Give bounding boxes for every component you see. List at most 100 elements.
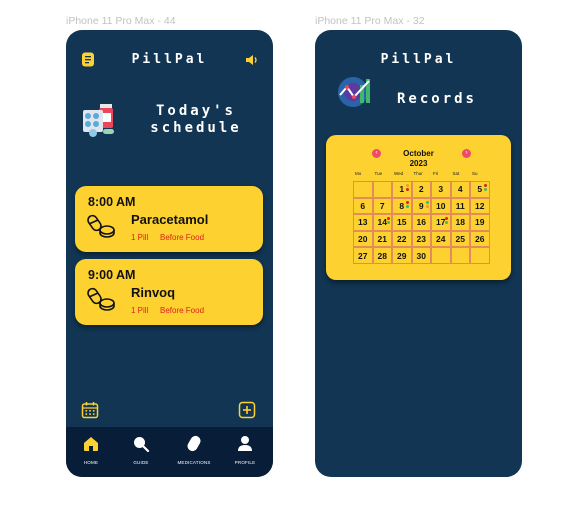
nav-profile[interactable]: PROFILE <box>220 435 270 465</box>
medication-name: Rinvoq <box>131 285 176 300</box>
records-heading: Records <box>396 91 477 107</box>
food-instruction: Before Food <box>160 306 205 315</box>
calendar-day[interactable]: 25 <box>450 230 470 248</box>
calendar-day[interactable]: 28 <box>372 247 392 264</box>
medication-marker-dot <box>386 221 390 225</box>
card-time: 9:00 AM <box>88 268 136 282</box>
calendar-day[interactable]: 18 <box>450 214 470 231</box>
calendar-day[interactable]: 24 <box>431 230 451 248</box>
day-number: 5 <box>477 184 483 195</box>
day-number: 11 <box>455 200 465 211</box>
calendar-day[interactable]: 6 <box>353 197 373 215</box>
day-number: 9 <box>418 200 424 211</box>
medication-name: Paracetamol <box>131 212 209 227</box>
frame-label-records: iPhone 11 Pro Max - 32 <box>315 15 425 27</box>
calendar-day[interactable]: 15 <box>392 214 412 231</box>
calendar-icon[interactable] <box>80 400 100 420</box>
add-icon[interactable] <box>237 400 257 420</box>
weekday-label: Fri <box>433 171 439 176</box>
day-number: 6 <box>360 200 366 211</box>
medication-card[interactable]: 9:00 AM Rinvoq 1 Pill Before Food <box>75 259 263 325</box>
nav-guide[interactable]: GUIDE <box>116 435 166 465</box>
calendar-empty-cell <box>372 181 392 198</box>
heading-line-1: Today's <box>155 103 236 119</box>
calendar-day[interactable]: 14 <box>372 214 392 231</box>
medication-marker-dot <box>406 184 409 187</box>
food-instruction: Before Food <box>160 233 205 242</box>
day-number: 23 <box>416 234 426 245</box>
nav-label: GUIDE <box>133 460 149 465</box>
calendar-day[interactable]: 21 <box>372 230 392 248</box>
next-month-button[interactable]: › <box>462 149 471 158</box>
calendar-day[interactable]: 1 <box>392 181 412 198</box>
calendar-day[interactable]: 23 <box>411 230 431 248</box>
weekday-label: Wed <box>394 171 404 176</box>
medication-marker-dot <box>484 184 487 187</box>
day-number: 10 <box>436 200 446 211</box>
calendar-empty-cell <box>450 247 470 264</box>
medication-marker-dot <box>386 217 390 221</box>
calendar-day[interactable]: 7 <box>372 197 392 215</box>
calendar-day[interactable]: 19 <box>470 214 490 231</box>
calendar-day[interactable]: 13 <box>353 214 373 231</box>
speaker-icon[interactable] <box>244 52 260 68</box>
day-number: 18 <box>455 217 465 228</box>
medication-card[interactable]: 8:00 AM Paracetamol 1 Pill Before Food <box>75 186 263 252</box>
calendar-day[interactable]: 30 <box>411 247 431 264</box>
nav-home[interactable]: HOME <box>66 435 116 465</box>
weekday-label: Mo <box>355 171 362 176</box>
bottom-nav: HOME GUIDE MEDICATIONS PROFILE <box>66 427 273 477</box>
calendar-day[interactable]: 20 <box>353 230 373 248</box>
medicine-illustration-icon <box>80 101 118 139</box>
day-number: 29 <box>397 250 407 261</box>
calendar-day[interactable]: 4 <box>450 181 470 198</box>
day-number: 30 <box>416 250 426 261</box>
pills-icon <box>86 212 116 243</box>
day-number: 14 <box>377 217 387 228</box>
day-number: 12 <box>475 200 485 211</box>
calendar-day[interactable]: 16 <box>411 214 431 231</box>
weekday-label: Tue <box>374 171 383 176</box>
medication-marker-dot <box>484 188 487 191</box>
day-number: 27 <box>358 250 368 261</box>
calendar-empty-cell <box>353 181 373 198</box>
search-icon <box>134 437 150 453</box>
medication-marker-dot <box>406 188 409 191</box>
calendar-day[interactable]: 11 <box>450 197 470 215</box>
medication-marker-dot <box>425 200 429 204</box>
calendar-grid: 1 2 3 4 5 6 7 8 9 10 11 12 13 14 15 16 17 18 19 20 21 22 23 24 2… <box>353 181 490 264</box>
app-title: PillPal <box>131 52 208 67</box>
calendar-day[interactable]: 9 <box>411 197 431 215</box>
day-number: 1 <box>399 184 405 195</box>
user-icon <box>238 436 252 451</box>
dose-label: 1 Pill <box>131 306 149 315</box>
calendar-day[interactable]: 26 <box>470 230 490 248</box>
calendar-day[interactable]: 27 <box>353 247 373 264</box>
calendar-day[interactable]: 5 <box>470 181 490 198</box>
calendar-day[interactable]: 17 <box>431 214 451 231</box>
calendar: ‹ October 2023 › Mo Tue Wed Thur Fri Sat Su 12… <box>326 135 511 280</box>
day-number: 19 <box>475 217 485 228</box>
day-number: 21 <box>377 234 387 245</box>
day-number: 22 <box>397 234 407 245</box>
calendar-day[interactable]: 3 <box>431 181 451 198</box>
day-number: 28 <box>377 250 387 261</box>
calendar-day[interactable]: 2 <box>411 181 431 198</box>
calendar-day[interactable]: 29 <box>392 247 412 264</box>
calendar-month-year: October 2023 <box>326 149 511 169</box>
day-number: 26 <box>475 234 485 245</box>
dose-label: 1 Pill <box>131 233 149 242</box>
home-screen: PillPal Today's schedule 8:00 AM Paracet… <box>66 30 273 477</box>
nav-medications[interactable]: MEDICATIONS <box>169 435 219 465</box>
day-number: 16 <box>416 217 426 228</box>
day-number: 8 <box>399 200 405 211</box>
records-screen: PillPal Records ‹ October 2023 › Mo Tue We… <box>315 30 522 477</box>
calendar-day[interactable]: 22 <box>392 230 412 248</box>
calendar-day[interactable]: 10 <box>431 197 451 215</box>
calendar-day[interactable]: 12 <box>470 197 490 215</box>
medication-marker-dot <box>425 204 429 208</box>
calendar-day[interactable]: 8 <box>392 197 412 215</box>
day-number: 20 <box>358 234 368 245</box>
day-number: 15 <box>397 217 407 228</box>
day-number: 13 <box>358 217 368 228</box>
